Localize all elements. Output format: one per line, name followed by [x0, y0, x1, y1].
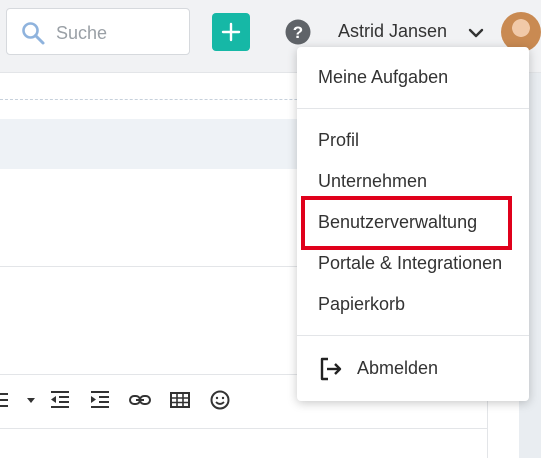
menu-item-meine-aufgaben[interactable]: Meine Aufgaben — [318, 67, 448, 88]
menu-divider — [297, 108, 529, 109]
menu-item-papierkorb[interactable]: Papierkorb — [318, 294, 405, 315]
editor-toolbar — [0, 388, 240, 414]
logout-icon — [320, 357, 342, 381]
divider — [0, 428, 487, 429]
search-box[interactable] — [6, 8, 190, 55]
avatar[interactable] — [501, 12, 541, 52]
add-button[interactable] — [212, 13, 250, 51]
table-icon[interactable] — [168, 388, 192, 412]
emoji-icon[interactable] — [208, 388, 232, 412]
highlight-box — [301, 196, 512, 250]
search-icon — [22, 22, 45, 45]
menu-item-unternehmen[interactable]: Unternehmen — [318, 171, 427, 192]
search-input[interactable] — [54, 19, 188, 47]
plus-icon — [221, 22, 241, 42]
indent-icon[interactable] — [88, 388, 112, 412]
outdent-icon[interactable] — [48, 388, 72, 412]
help-icon[interactable]: ? — [285, 19, 311, 45]
menu-divider — [297, 335, 529, 336]
chevron-down-icon[interactable] — [467, 24, 485, 42]
menu-item-profil[interactable]: Profil — [318, 130, 359, 151]
menu-item-abmelden[interactable]: Abmelden — [357, 358, 438, 379]
dropdown-caret-icon[interactable] — [23, 388, 47, 412]
list-icon[interactable] — [0, 388, 18, 412]
menu-item-portale-integrationen[interactable]: Portale & Integrationen — [318, 253, 502, 274]
link-icon[interactable] — [128, 388, 152, 412]
svg-text:?: ? — [293, 23, 303, 42]
user-name[interactable]: Astrid Jansen — [338, 21, 447, 42]
